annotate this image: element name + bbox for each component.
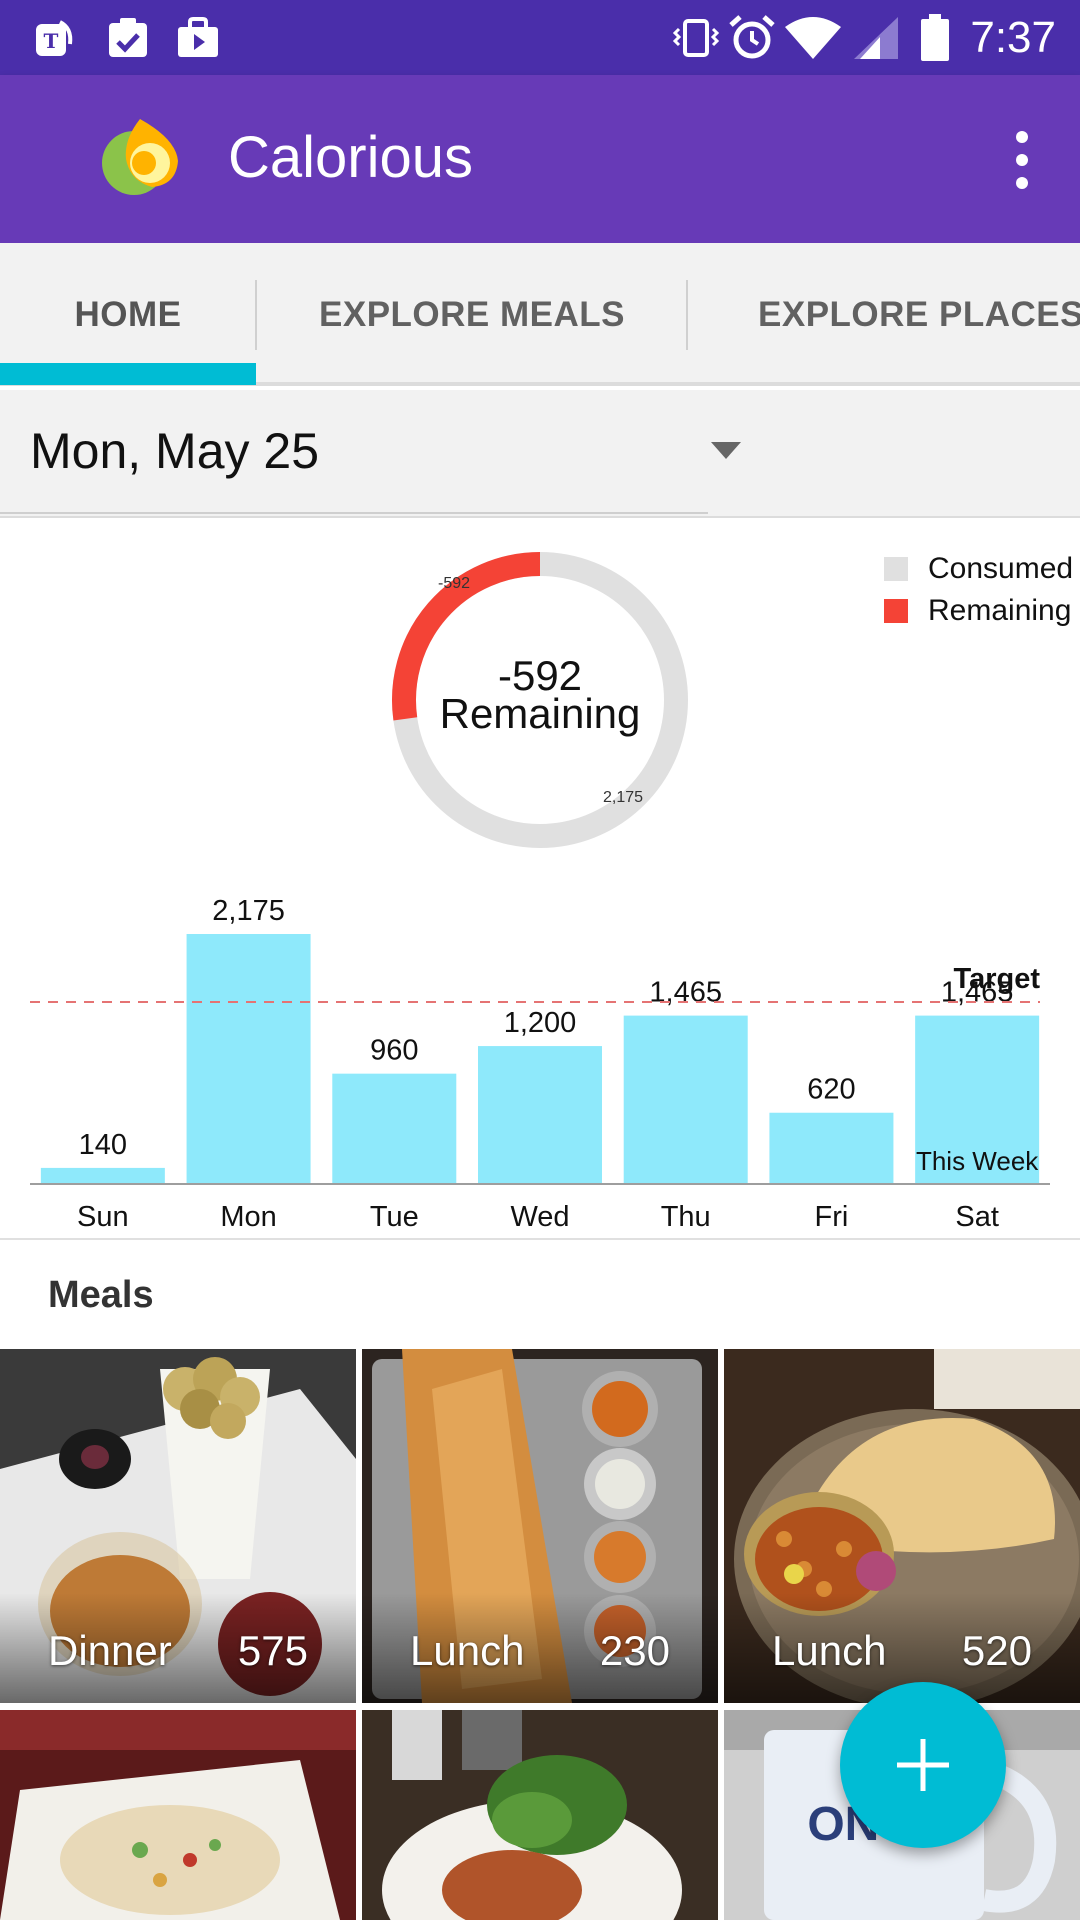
bar-value-label: 140 bbox=[79, 1129, 127, 1161]
donut-consumed-value: 2,175 bbox=[603, 789, 643, 806]
app-bar: Calorious bbox=[0, 75, 1080, 243]
meal-calories: 575 bbox=[237, 1627, 308, 1674]
alarm-icon bbox=[724, 14, 780, 62]
dropdown-arrow-icon[interactable] bbox=[711, 442, 741, 459]
donut-center-label: Remaining bbox=[440, 690, 641, 737]
play-bag-icon bbox=[172, 14, 224, 62]
bar-value-label: 1,465 bbox=[649, 977, 722, 1009]
calorious-logo-icon bbox=[96, 115, 180, 199]
x-tick-label: Tue bbox=[370, 1201, 419, 1233]
legend-item-remaining: Remaining bbox=[884, 590, 1073, 632]
app-title: Calorious bbox=[228, 125, 473, 190]
legend-swatch-remaining bbox=[884, 599, 908, 623]
wifi-icon bbox=[782, 14, 844, 62]
vibrate-icon bbox=[672, 14, 720, 62]
meal-card[interactable] bbox=[0, 1710, 356, 1920]
x-tick-label: Fri bbox=[815, 1201, 849, 1233]
target-label: Target bbox=[954, 963, 1041, 995]
meal-name: Lunch bbox=[410, 1627, 525, 1674]
legend-label: Consumed bbox=[928, 552, 1074, 585]
bar-tue bbox=[332, 1073, 457, 1184]
bar-sun bbox=[40, 1167, 165, 1184]
donut-remaining-value: -592 bbox=[438, 575, 470, 592]
meal-card[interactable]: Lunch 520 bbox=[724, 1349, 1080, 1703]
tab-indicator bbox=[0, 363, 256, 385]
tab-explore-places[interactable]: EXPLORE PLACES bbox=[688, 243, 1080, 386]
x-tick-label: Mon bbox=[220, 1201, 276, 1233]
date-value: Mon, May 25 bbox=[30, 423, 320, 479]
meal-calories: 230 bbox=[599, 1627, 670, 1674]
donut-legend: Consumed Remaining bbox=[884, 548, 1073, 632]
meal-photo-chaat bbox=[0, 1710, 356, 1920]
meal-photo-salad bbox=[362, 1710, 718, 1920]
meal-card[interactable]: Lunch 230 bbox=[362, 1349, 718, 1703]
tmobile-icon: T bbox=[28, 14, 80, 62]
bar-value-label: 2,175 bbox=[212, 895, 285, 927]
legend-item-consumed: Consumed bbox=[884, 548, 1073, 590]
tab-explore-meals[interactable]: EXPLORE MEALS bbox=[257, 243, 687, 386]
date-underline bbox=[0, 512, 708, 514]
bar-mon bbox=[186, 934, 311, 1184]
overflow-menu-icon[interactable] bbox=[994, 125, 1050, 195]
bar-thu bbox=[623, 1015, 748, 1184]
battery-icon bbox=[918, 14, 952, 62]
status-time: 7:37 bbox=[970, 13, 1056, 62]
meal-name: Dinner bbox=[48, 1627, 172, 1674]
bar-fri bbox=[769, 1112, 894, 1184]
svg-text:T: T bbox=[44, 29, 59, 53]
x-tick-label: Thu bbox=[661, 1201, 711, 1233]
add-meal-button[interactable] bbox=[840, 1682, 1006, 1848]
clipboard-check-icon bbox=[102, 14, 154, 62]
meal-name: Lunch bbox=[772, 1627, 887, 1674]
date-selector[interactable]: Mon, May 25 bbox=[0, 390, 1080, 518]
calorie-donut-chart: -592 Remaining -592 2,175 bbox=[392, 552, 688, 848]
bar-value-label: 1,200 bbox=[504, 1007, 577, 1039]
series-label: This Week bbox=[916, 1146, 1039, 1176]
meal-card[interactable] bbox=[362, 1710, 718, 1920]
bar-value-label: 620 bbox=[807, 1074, 855, 1106]
tab-bar: HOME EXPLORE MEALS EXPLORE PLACES bbox=[0, 243, 1080, 386]
signal-icon bbox=[848, 14, 902, 62]
x-tick-label: Sat bbox=[955, 1201, 999, 1233]
x-tick-label: Wed bbox=[510, 1201, 569, 1233]
weekly-calorie-bar-chart: 140 Sun 2,175 Mon 960 Tue 1,200 Wed 1,465 Thu 620 F… bbox=[30, 895, 1050, 1233]
meals-title: Meals bbox=[48, 1274, 154, 1316]
plus-icon bbox=[897, 1739, 949, 1791]
status-bar: T 7:37 bbox=[0, 0, 1080, 75]
section-divider bbox=[0, 1238, 1080, 1240]
bar-value-label: 960 bbox=[370, 1035, 418, 1067]
bar-wed bbox=[478, 1046, 602, 1184]
meal-calories: 520 bbox=[961, 1627, 1032, 1674]
meal-card[interactable]: Dinner 575 bbox=[0, 1349, 356, 1703]
legend-swatch-consumed bbox=[884, 557, 908, 581]
x-tick-label: Sun bbox=[77, 1201, 129, 1233]
legend-label: Remaining bbox=[928, 594, 1072, 627]
